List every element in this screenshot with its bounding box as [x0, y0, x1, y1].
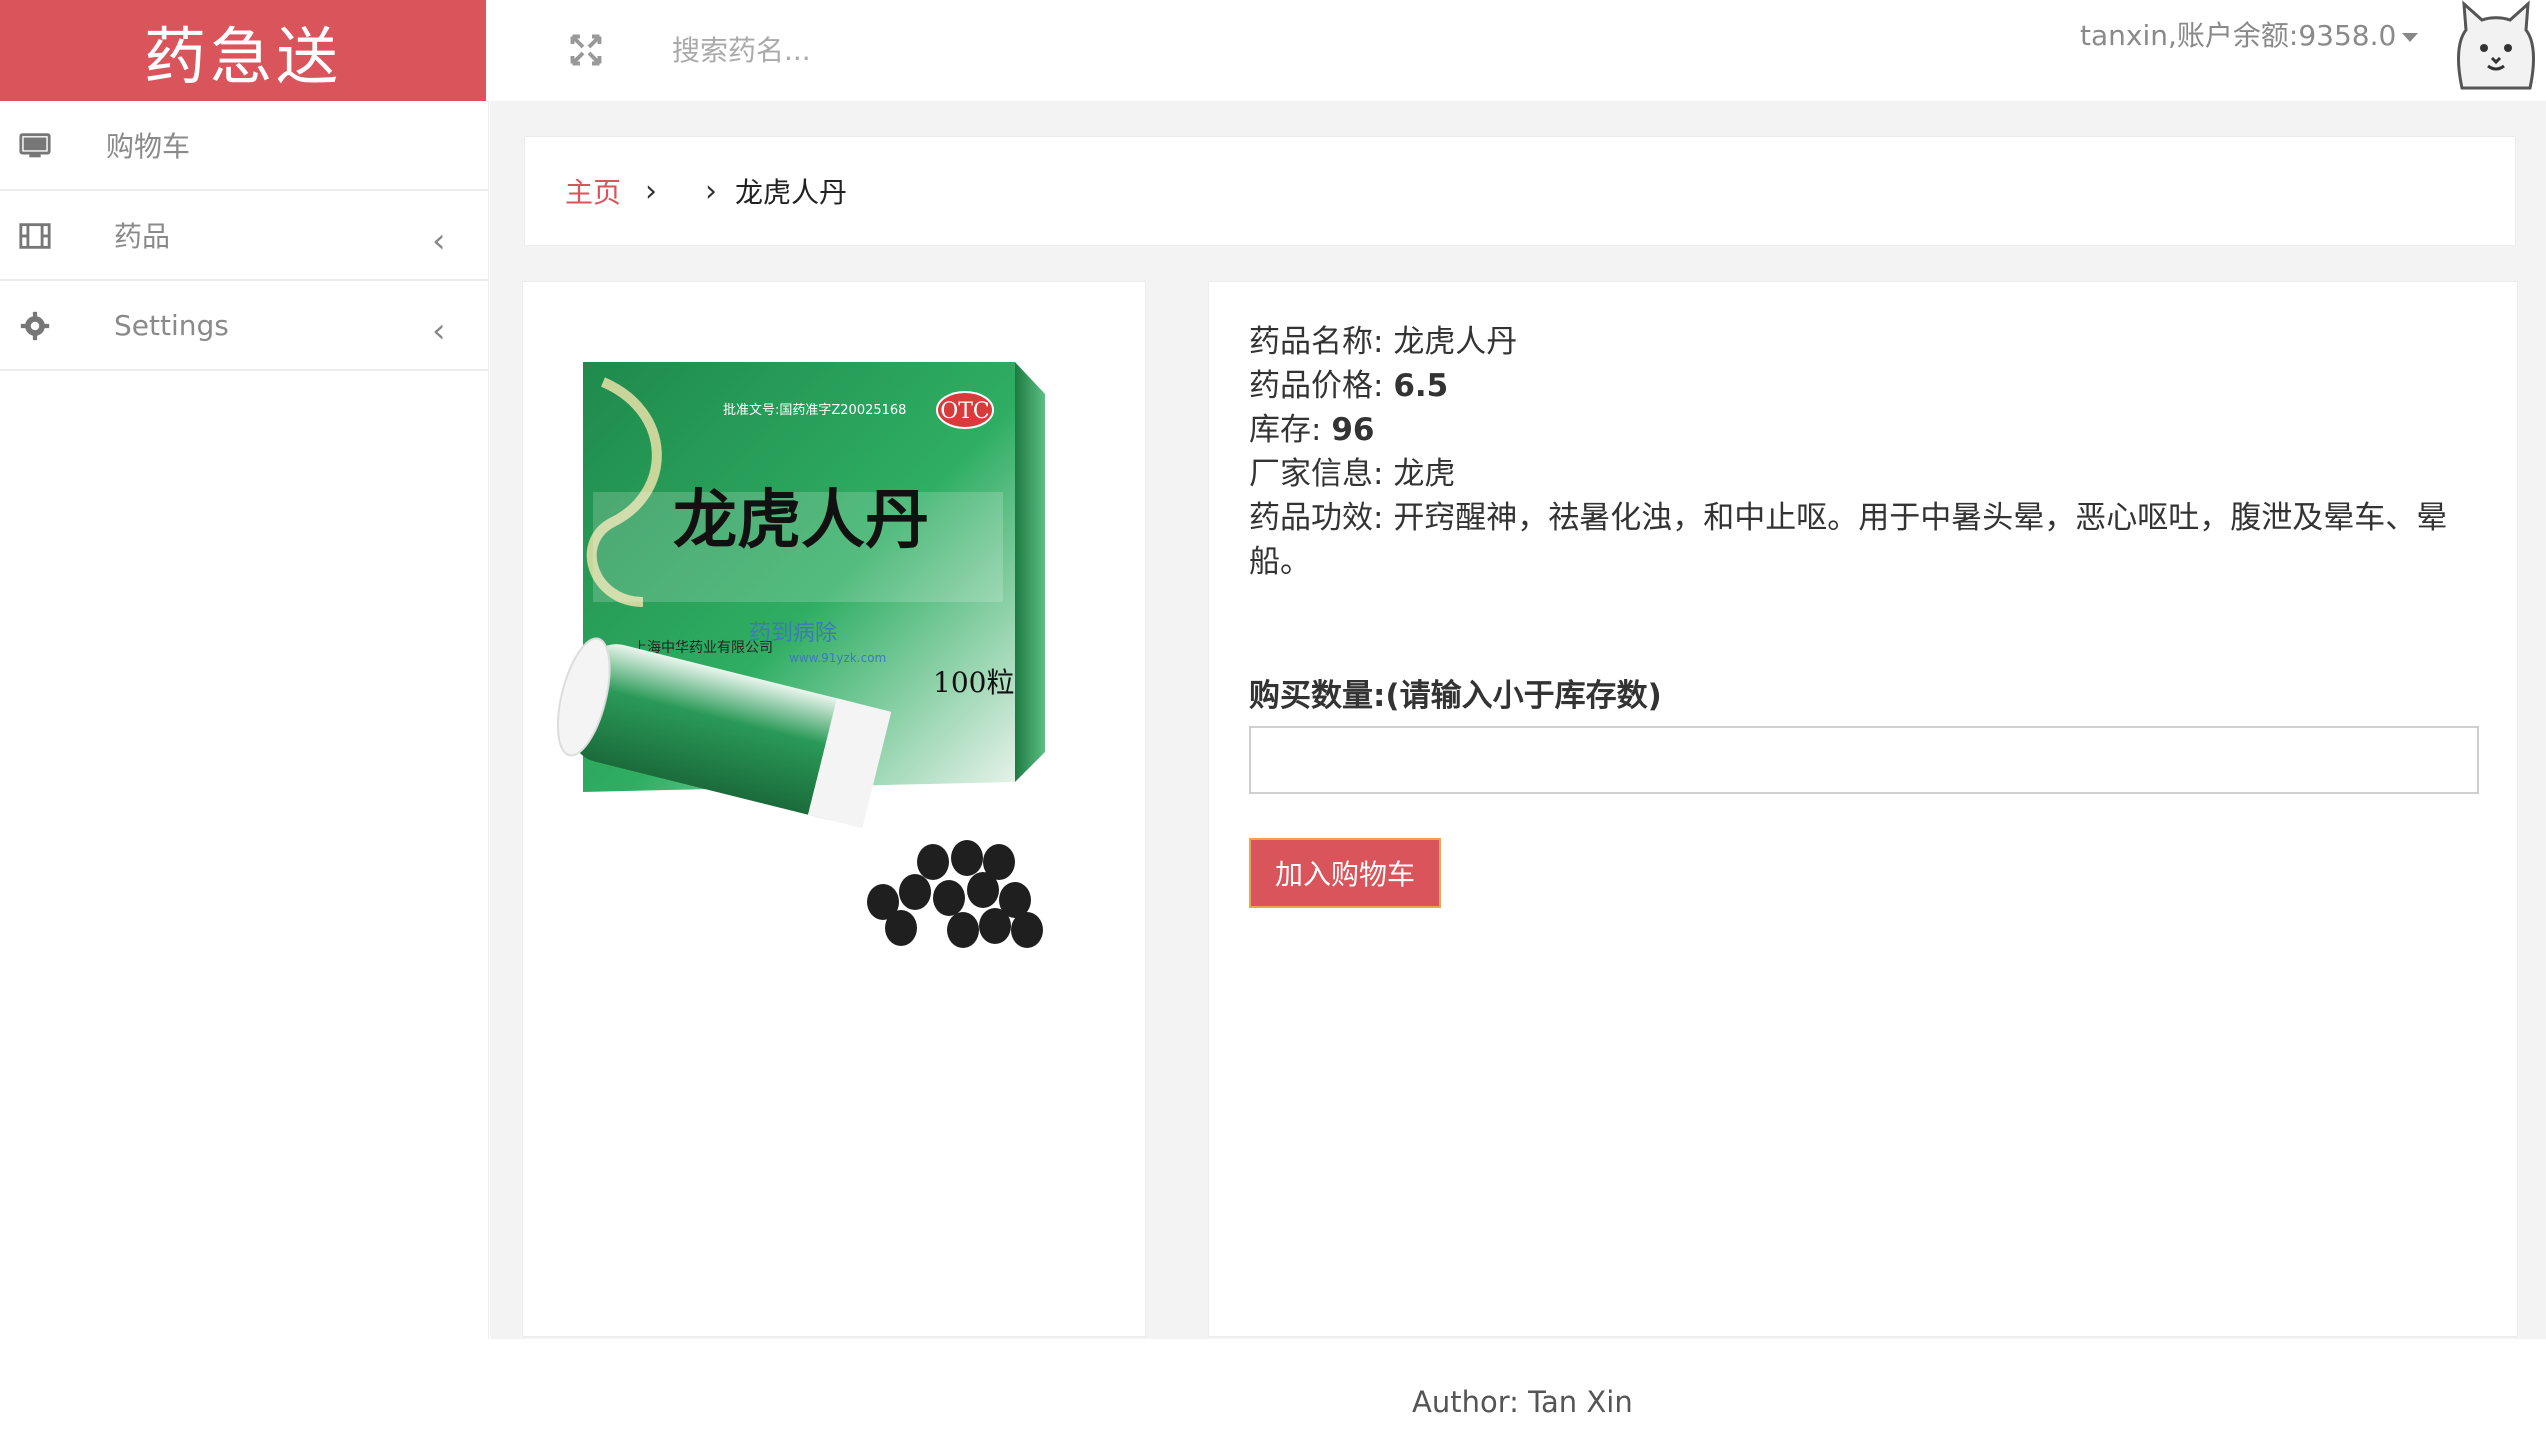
product-maker-row: 厂家信息: 龙虎 [1249, 456, 1456, 492]
user-balance-text: tanxin,账户余额:9358.0 [2080, 19, 2397, 52]
svg-text:OTC: OTC [940, 399, 990, 424]
product-maker: 龙虎 [1393, 456, 1456, 492]
user-menu[interactable]: tanxin,账户余额:9358.0 [2080, 14, 2419, 54]
product-image-card: 批准文号:国药准字Z20025168 OTC 龙虎人丹 上海中华药业有限公司 药… [522, 281, 1146, 1337]
sidebar-item-cart[interactable]: 购物车 [0, 101, 488, 191]
top-navbar: tanxin,账户余额:9358.0 [486, 0, 2546, 101]
product-effect: 开窍醒神，祛暑化浊，和中止呕。用于中暑头晕，恶心呕吐，腹泄及晕车、晕船。 [1249, 500, 2448, 580]
add-to-cart-button[interactable]: 加入购物车 [1249, 838, 1441, 908]
product-name-row: 药品名称: 龙虎人丹 [1249, 324, 1518, 360]
product-effect-row: 药品功效: 开窍醒神，祛暑化浊，和中止呕。用于中暑头晕，恶心呕吐，腹泄及晕车、晕… [1249, 500, 2448, 580]
caret-down-icon [2402, 32, 2419, 42]
svg-text:批准文号:国药准字Z20025168: 批准文号:国药准字Z20025168 [723, 403, 906, 418]
product-stock-row: 库存: 96 [1249, 412, 1375, 448]
footer-author: Author: Tan Xin [1412, 1385, 1633, 1419]
sidebar-item-label: 药品 [114, 220, 171, 253]
chevron-right-icon: › [645, 173, 658, 209]
chevron-right-icon: › [705, 173, 718, 209]
quantity-label: 购买数量:(请输入小于库存数) [1249, 678, 1662, 714]
content-area: 主页 › › 龙虎人丹 批准文号:国药准字Z20025168 OTC 龙虎人丹 … [490, 101, 2546, 1339]
product-details: 药品名称: 龙虎人丹 药品价格: 6.5 库存: 96 厂家信息: 龙虎 药品功… [1249, 320, 2489, 584]
svg-text:www.91yzk.com: www.91yzk.com [789, 651, 886, 665]
quantity-input[interactable] [1249, 726, 2479, 794]
product-image: 批准文号:国药准字Z20025168 OTC 龙虎人丹 上海中华药业有限公司 药… [556, 362, 1045, 948]
product-stock: 96 [1331, 412, 1375, 448]
monitor-icon [19, 133, 51, 158]
chevron-left-icon: ‹ [432, 221, 446, 261]
expand-icon[interactable] [568, 32, 604, 68]
product-info-card: 药品名称: 龙虎人丹 药品价格: 6.5 库存: 96 厂家信息: 龙虎 药品功… [1208, 281, 2518, 1337]
chevron-left-icon: ‹ [432, 311, 446, 351]
svg-text:药到病除: 药到病除 [749, 621, 837, 646]
sidebar-item-medicine[interactable]: 药品 ‹ [0, 191, 488, 281]
product-price: 6.5 [1393, 368, 1449, 404]
cat-avatar-icon[interactable] [2448, 0, 2544, 90]
sidebar-item-label: 购物车 [106, 130, 191, 163]
svg-text:龙虎人丹: 龙虎人丹 [673, 483, 929, 558]
breadcrumb-current: 龙虎人丹 [735, 176, 848, 209]
breadcrumb-home-link[interactable]: 主页 [565, 171, 621, 211]
product-name: 龙虎人丹 [1393, 324, 1518, 360]
product-price-row: 药品价格: 6.5 [1249, 368, 1449, 404]
film-icon [19, 223, 51, 249]
sidebar-item-label: Settings [114, 308, 229, 342]
search-input[interactable] [672, 22, 1372, 78]
breadcrumb: 主页 › › 龙虎人丹 [524, 136, 2516, 246]
svg-text:100粒: 100粒 [933, 666, 1014, 699]
brand-logo[interactable]: 药急送 [0, 0, 486, 101]
sidebar: 购物车 药品 ‹ Settings ‹ [0, 101, 489, 1339]
footer: Author: Tan Xin [490, 1339, 2546, 1442]
gear-icon [20, 311, 50, 341]
sidebar-item-settings[interactable]: Settings ‹ [0, 281, 488, 371]
